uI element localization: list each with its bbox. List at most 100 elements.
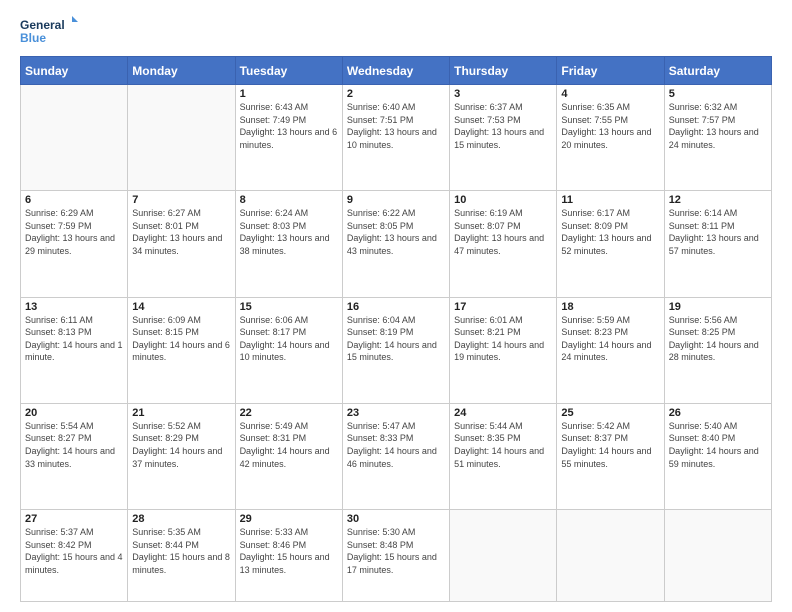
weekday-header-wednesday: Wednesday [342, 57, 449, 85]
calendar-cell: 29Sunrise: 5:33 AM Sunset: 8:46 PM Dayli… [235, 510, 342, 602]
day-number: 19 [669, 301, 767, 313]
day-info: Sunrise: 6:35 AM Sunset: 7:55 PM Dayligh… [561, 101, 659, 151]
calendar-cell: 24Sunrise: 5:44 AM Sunset: 8:35 PM Dayli… [450, 403, 557, 509]
calendar-cell: 21Sunrise: 5:52 AM Sunset: 8:29 PM Dayli… [128, 403, 235, 509]
calendar-week-row: 20Sunrise: 5:54 AM Sunset: 8:27 PM Dayli… [21, 403, 772, 509]
day-number: 11 [561, 194, 659, 206]
day-info: Sunrise: 5:47 AM Sunset: 8:33 PM Dayligh… [347, 420, 445, 470]
day-info: Sunrise: 5:59 AM Sunset: 8:23 PM Dayligh… [561, 314, 659, 364]
calendar-cell: 9Sunrise: 6:22 AM Sunset: 8:05 PM Daylig… [342, 191, 449, 297]
day-info: Sunrise: 5:35 AM Sunset: 8:44 PM Dayligh… [132, 526, 230, 576]
day-number: 10 [454, 194, 552, 206]
day-info: Sunrise: 6:17 AM Sunset: 8:09 PM Dayligh… [561, 207, 659, 257]
calendar-cell: 23Sunrise: 5:47 AM Sunset: 8:33 PM Dayli… [342, 403, 449, 509]
day-info: Sunrise: 5:49 AM Sunset: 8:31 PM Dayligh… [240, 420, 338, 470]
calendar-cell: 28Sunrise: 5:35 AM Sunset: 8:44 PM Dayli… [128, 510, 235, 602]
day-number: 28 [132, 513, 230, 525]
calendar-cell: 19Sunrise: 5:56 AM Sunset: 8:25 PM Dayli… [664, 297, 771, 403]
day-info: Sunrise: 5:54 AM Sunset: 8:27 PM Dayligh… [25, 420, 123, 470]
calendar-cell [450, 510, 557, 602]
day-info: Sunrise: 5:42 AM Sunset: 8:37 PM Dayligh… [561, 420, 659, 470]
day-number: 8 [240, 194, 338, 206]
day-number: 23 [347, 407, 445, 419]
day-info: Sunrise: 6:04 AM Sunset: 8:19 PM Dayligh… [347, 314, 445, 364]
calendar-cell: 2Sunrise: 6:40 AM Sunset: 7:51 PM Daylig… [342, 85, 449, 191]
calendar-cell: 30Sunrise: 5:30 AM Sunset: 8:48 PM Dayli… [342, 510, 449, 602]
calendar-cell: 4Sunrise: 6:35 AM Sunset: 7:55 PM Daylig… [557, 85, 664, 191]
day-number: 13 [25, 301, 123, 313]
day-number: 17 [454, 301, 552, 313]
calendar-cell: 20Sunrise: 5:54 AM Sunset: 8:27 PM Dayli… [21, 403, 128, 509]
day-number: 21 [132, 407, 230, 419]
calendar-cell: 15Sunrise: 6:06 AM Sunset: 8:17 PM Dayli… [235, 297, 342, 403]
day-number: 15 [240, 301, 338, 313]
day-number: 3 [454, 88, 552, 100]
day-info: Sunrise: 6:22 AM Sunset: 8:05 PM Dayligh… [347, 207, 445, 257]
calendar-week-row: 13Sunrise: 6:11 AM Sunset: 8:13 PM Dayli… [21, 297, 772, 403]
calendar-cell: 17Sunrise: 6:01 AM Sunset: 8:21 PM Dayli… [450, 297, 557, 403]
day-number: 6 [25, 194, 123, 206]
day-number: 26 [669, 407, 767, 419]
day-info: Sunrise: 6:06 AM Sunset: 8:17 PM Dayligh… [240, 314, 338, 364]
day-number: 29 [240, 513, 338, 525]
day-number: 20 [25, 407, 123, 419]
day-info: Sunrise: 6:29 AM Sunset: 7:59 PM Dayligh… [25, 207, 123, 257]
day-number: 25 [561, 407, 659, 419]
calendar-cell [128, 85, 235, 191]
calendar-cell: 16Sunrise: 6:04 AM Sunset: 8:19 PM Dayli… [342, 297, 449, 403]
day-number: 30 [347, 513, 445, 525]
day-info: Sunrise: 6:37 AM Sunset: 7:53 PM Dayligh… [454, 101, 552, 151]
day-number: 14 [132, 301, 230, 313]
day-number: 12 [669, 194, 767, 206]
calendar-cell: 22Sunrise: 5:49 AM Sunset: 8:31 PM Dayli… [235, 403, 342, 509]
weekday-header-tuesday: Tuesday [235, 57, 342, 85]
day-info: Sunrise: 5:44 AM Sunset: 8:35 PM Dayligh… [454, 420, 552, 470]
day-info: Sunrise: 6:40 AM Sunset: 7:51 PM Dayligh… [347, 101, 445, 151]
day-info: Sunrise: 6:19 AM Sunset: 8:07 PM Dayligh… [454, 207, 552, 257]
day-number: 18 [561, 301, 659, 313]
weekday-header-thursday: Thursday [450, 57, 557, 85]
calendar-cell: 10Sunrise: 6:19 AM Sunset: 8:07 PM Dayli… [450, 191, 557, 297]
calendar-cell: 7Sunrise: 6:27 AM Sunset: 8:01 PM Daylig… [128, 191, 235, 297]
calendar-cell: 8Sunrise: 6:24 AM Sunset: 8:03 PM Daylig… [235, 191, 342, 297]
calendar-cell [664, 510, 771, 602]
calendar-cell: 6Sunrise: 6:29 AM Sunset: 7:59 PM Daylig… [21, 191, 128, 297]
day-number: 9 [347, 194, 445, 206]
day-number: 24 [454, 407, 552, 419]
svg-text:General: General [20, 18, 65, 32]
calendar-cell: 18Sunrise: 5:59 AM Sunset: 8:23 PM Dayli… [557, 297, 664, 403]
calendar-cell: 3Sunrise: 6:37 AM Sunset: 7:53 PM Daylig… [450, 85, 557, 191]
day-number: 5 [669, 88, 767, 100]
calendar-page: General Blue SundayMondayTuesdayWednesda… [0, 0, 792, 612]
day-info: Sunrise: 6:11 AM Sunset: 8:13 PM Dayligh… [25, 314, 123, 364]
calendar-week-row: 27Sunrise: 5:37 AM Sunset: 8:42 PM Dayli… [21, 510, 772, 602]
day-info: Sunrise: 6:14 AM Sunset: 8:11 PM Dayligh… [669, 207, 767, 257]
weekday-header-monday: Monday [128, 57, 235, 85]
day-info: Sunrise: 5:30 AM Sunset: 8:48 PM Dayligh… [347, 526, 445, 576]
calendar-cell: 25Sunrise: 5:42 AM Sunset: 8:37 PM Dayli… [557, 403, 664, 509]
calendar-week-row: 1Sunrise: 6:43 AM Sunset: 7:49 PM Daylig… [21, 85, 772, 191]
day-info: Sunrise: 6:24 AM Sunset: 8:03 PM Dayligh… [240, 207, 338, 257]
calendar-cell [557, 510, 664, 602]
weekday-header-friday: Friday [557, 57, 664, 85]
day-info: Sunrise: 5:40 AM Sunset: 8:40 PM Dayligh… [669, 420, 767, 470]
svg-text:Blue: Blue [20, 31, 46, 45]
weekday-header-sunday: Sunday [21, 57, 128, 85]
day-info: Sunrise: 6:01 AM Sunset: 8:21 PM Dayligh… [454, 314, 552, 364]
logo-svg: General Blue [20, 16, 80, 48]
day-info: Sunrise: 6:43 AM Sunset: 7:49 PM Dayligh… [240, 101, 338, 151]
day-number: 2 [347, 88, 445, 100]
calendar-cell: 13Sunrise: 6:11 AM Sunset: 8:13 PM Dayli… [21, 297, 128, 403]
day-number: 22 [240, 407, 338, 419]
day-number: 1 [240, 88, 338, 100]
calendar-cell: 27Sunrise: 5:37 AM Sunset: 8:42 PM Dayli… [21, 510, 128, 602]
weekday-header-row: SundayMondayTuesdayWednesdayThursdayFrid… [21, 57, 772, 85]
day-number: 16 [347, 301, 445, 313]
calendar-cell: 5Sunrise: 6:32 AM Sunset: 7:57 PM Daylig… [664, 85, 771, 191]
calendar-cell: 14Sunrise: 6:09 AM Sunset: 8:15 PM Dayli… [128, 297, 235, 403]
day-number: 4 [561, 88, 659, 100]
calendar-cell: 26Sunrise: 5:40 AM Sunset: 8:40 PM Dayli… [664, 403, 771, 509]
calendar-cell: 1Sunrise: 6:43 AM Sunset: 7:49 PM Daylig… [235, 85, 342, 191]
day-info: Sunrise: 5:33 AM Sunset: 8:46 PM Dayligh… [240, 526, 338, 576]
calendar-week-row: 6Sunrise: 6:29 AM Sunset: 7:59 PM Daylig… [21, 191, 772, 297]
